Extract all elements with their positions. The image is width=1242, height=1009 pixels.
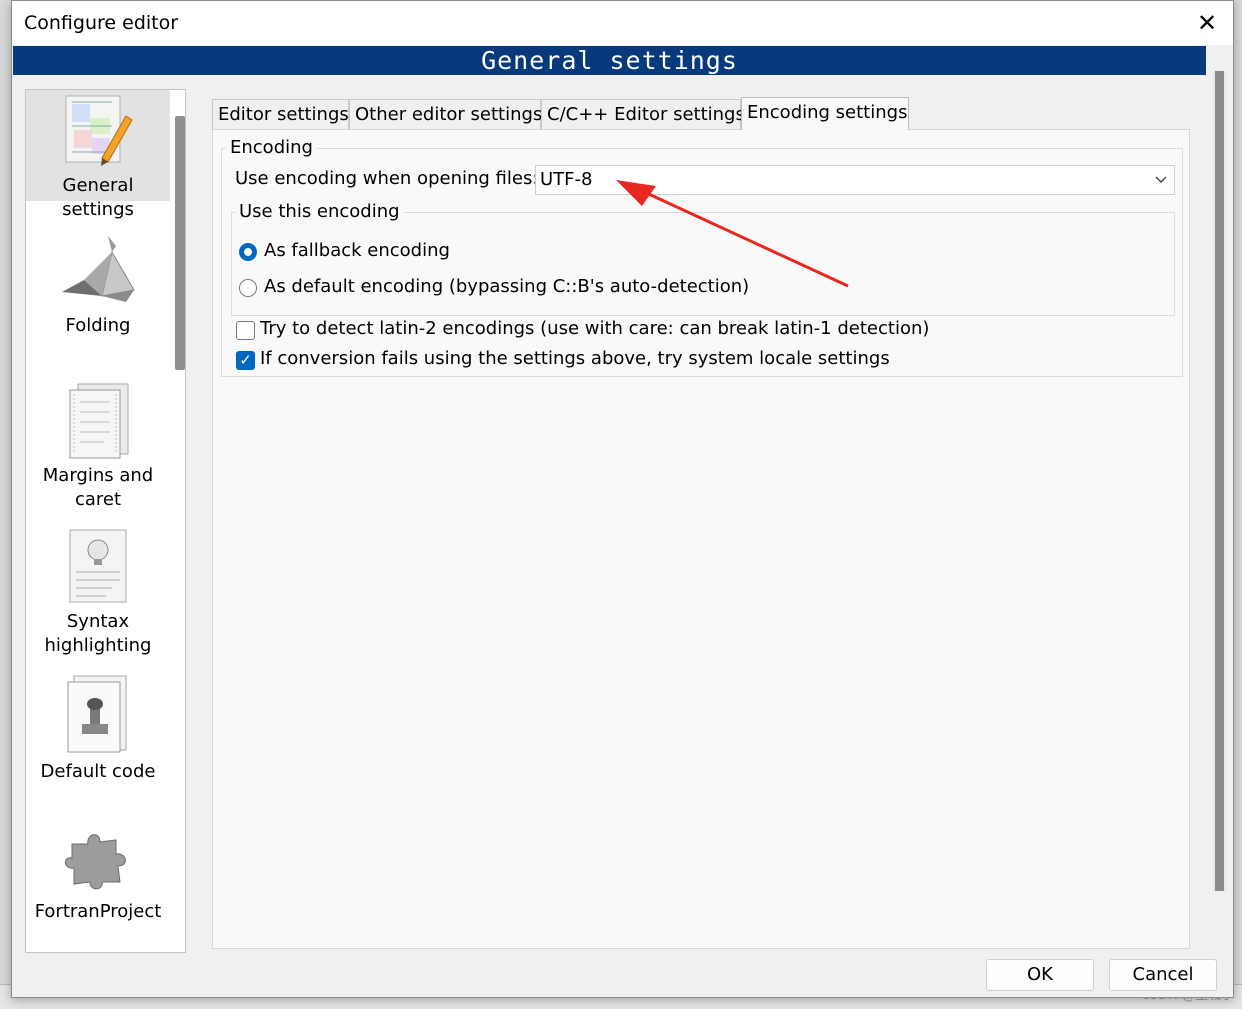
section-header-banner: General settings	[13, 46, 1206, 75]
sidebar-item-margins-and-caret[interactable]: Margins and caret	[26, 380, 170, 510]
sidebar-item-general-settings[interactable]: General settings	[26, 90, 170, 220]
fallback-encoding-label[interactable]: As fallback encoding	[264, 240, 450, 261]
sidebar-item-syntax-highlighting[interactable]: Syntax highlighting	[26, 526, 170, 656]
tab-editor-settings[interactable]: Editor settings	[212, 99, 349, 129]
fallback-encoding-radio[interactable]	[239, 243, 257, 261]
sidebar-item-label: Margins and caret	[42, 465, 154, 510]
lightbulb-document-icon	[69, 529, 127, 603]
encoding-select-value: UTF-8	[540, 169, 593, 190]
system-locale-checkbox[interactable]: ✓	[236, 351, 255, 370]
ok-button[interactable]: OK	[986, 959, 1094, 991]
document-pages-icon	[69, 383, 129, 459]
pencil-document-icon	[65, 95, 133, 166]
default-encoding-radio[interactable]	[239, 279, 257, 297]
close-icon: ✕	[1196, 9, 1218, 37]
detect-latin2-label[interactable]: Try to detect latin-2 encodings (use wit…	[260, 318, 929, 339]
category-list-scrollbar-thumb[interactable]	[175, 116, 185, 370]
sidebar-item-label: Folding	[65, 315, 131, 336]
use-encoding-group-label: Use this encoding	[235, 201, 404, 222]
dialog-scrollbar-thumb[interactable]	[1215, 71, 1224, 891]
origami-bird-icon	[62, 236, 135, 302]
annotation-arrow-icon	[616, 180, 849, 288]
sidebar-item-label: Syntax highlighting	[44, 611, 152, 656]
tab-cpp-editor-settings[interactable]: C/C++ Editor settings	[541, 99, 745, 129]
puzzle-piece-icon	[65, 834, 126, 890]
dialog-scrollbar[interactable]	[1213, 71, 1226, 891]
sidebar-item-label: FortranProject	[34, 901, 162, 922]
tab-other-editor-settings[interactable]: Other editor settings	[349, 99, 542, 129]
sidebar-item-label: Default code	[40, 761, 156, 782]
sidebar-item-folding[interactable]: Folding	[26, 230, 170, 350]
system-locale-label[interactable]: If conversion fails using the settings a…	[260, 348, 890, 369]
open-encoding-label: Use encoding when opening files:	[235, 168, 539, 189]
settings-category-list[interactable]: General settings Folding Margins and car…	[25, 89, 186, 953]
sidebar-item-label: General settings	[62, 175, 134, 220]
sidebar-item-default-code[interactable]: Default code	[26, 672, 170, 782]
detect-latin2-checkbox[interactable]	[236, 321, 255, 340]
dialog-title: Configure editor	[24, 12, 179, 34]
checkmark-icon: ✓	[239, 351, 252, 369]
encoding-group-label: Encoding	[226, 137, 317, 158]
chevron-down-icon	[1154, 166, 1168, 203]
tab-encoding-settings[interactable]: Encoding settings	[741, 97, 909, 130]
title-bar: Configure editor ✕	[12, 1, 1233, 45]
close-button[interactable]: ✕	[1191, 7, 1223, 39]
configure-editor-dialog: Configure editor ✕ General settings Gene…	[11, 0, 1234, 998]
stamp-document-icon	[67, 675, 127, 753]
sidebar-item-fortranproject[interactable]: FortranProject	[26, 820, 170, 930]
cancel-button[interactable]: Cancel	[1109, 959, 1217, 991]
